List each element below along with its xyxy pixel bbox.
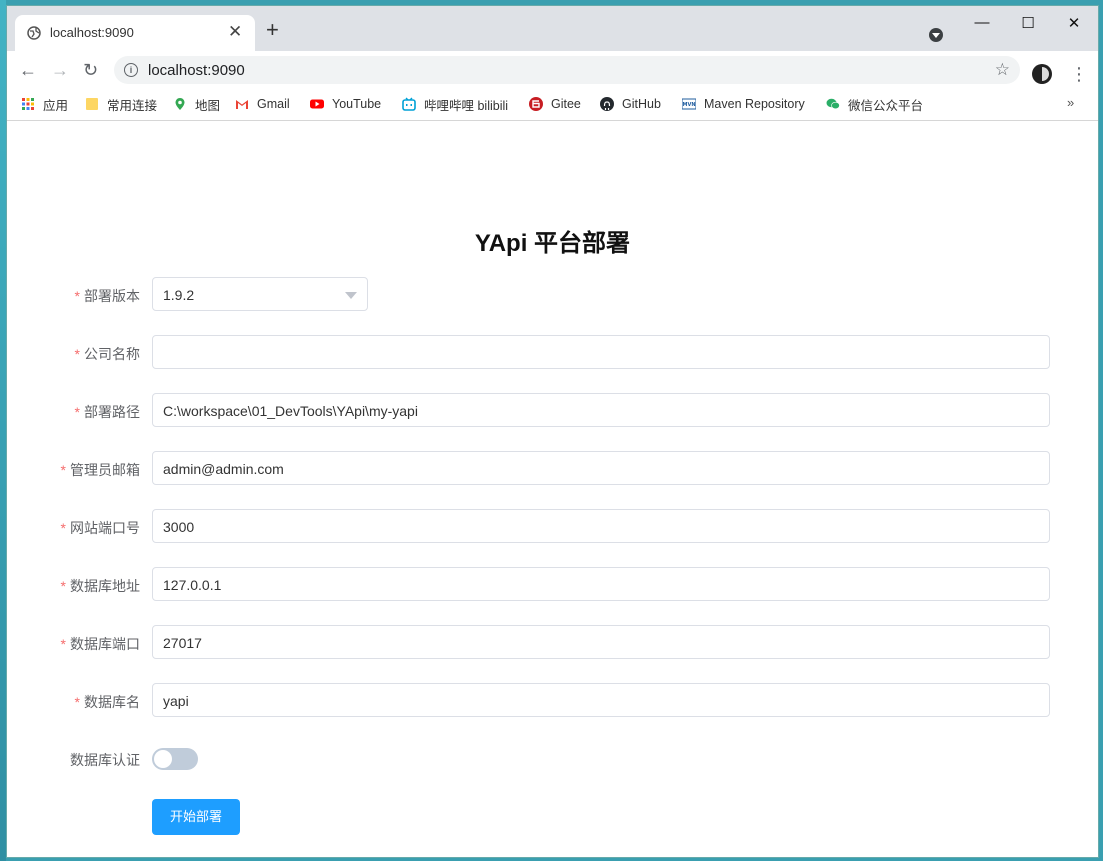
bookmark-label: 微信公众平台 [848,98,924,113]
back-icon[interactable]: ← [19,60,37,80]
bookmark-wechat[interactable]: 微信公众平台 [826,95,923,113]
gitee-icon [529,97,543,111]
bookmark-label: GitHub [622,97,661,111]
chevron-down-icon [345,292,357,299]
tab-search-icon[interactable] [929,28,943,42]
bookmark-maven[interactable]: MVN Maven Repository [682,95,805,113]
bookmark-maps[interactable]: 地图 [173,95,220,113]
wechat-icon [826,98,840,110]
form-row-db-name: * 数据库名 yapi [7,683,1098,719]
tab-strip: localhost:9090 ✕ + — ☐ ✕ [7,6,1098,51]
tab-title: localhost:9090 [50,25,134,40]
youtube-icon [310,99,324,109]
bookmark-label: Gmail [257,97,290,111]
db-port-label: * 数据库端口 [60,636,140,652]
browser-toolbar: ← → ↻ i localhost:9090 ☆ ⋮ [7,51,1098,89]
page-title: YApi 平台部署 [474,230,631,257]
version-select[interactable]: 1.9.2 [152,277,368,311]
form-row-port: * 网站端口号 3000 [7,509,1098,545]
db-name-label: * 数据库名 [74,694,140,710]
form-row-db-host: * 数据库地址 127.0.0.1 [7,567,1098,603]
bookmark-label: Gitee [551,97,581,111]
bookmark-youtube[interactable]: YouTube [310,95,381,113]
url-text: localhost:9090 [148,62,245,79]
new-tab-icon[interactable]: + [266,19,279,41]
db-host-label: * 数据库地址 [60,578,140,594]
db-host-input[interactable]: 127.0.0.1 [152,567,1050,601]
close-tab-icon[interactable]: ✕ [228,22,242,42]
more-bookmarks-icon[interactable]: » [1067,95,1074,110]
bookmark-github[interactable]: GitHub [600,95,661,113]
admin-email-label: * 管理员邮箱 [60,462,140,478]
maps-pin-icon [175,98,185,110]
form-row-path: * 部署路径 C:\workspace\01_DevTools\YApi\my-y… [7,393,1098,429]
close-window-icon[interactable]: ✕ [1051,14,1097,32]
bookmark-label: YouTube [332,97,382,111]
maximize-icon[interactable]: ☐ [1005,14,1051,32]
port-label: * 网站端口号 [60,520,140,536]
browser-tab[interactable]: localhost:9090 ✕ [15,15,255,51]
browser-window: localhost:9090 ✕ + — ☐ ✕ ← → ↻ i localho… [6,5,1099,858]
bookmark-folder[interactable]: 常用连接 [85,95,157,113]
toggle-knob [154,750,172,768]
forward-icon[interactable]: → [51,60,69,80]
path-label: * 部署路径 [74,404,140,420]
reload-icon[interactable]: ↻ [83,60,98,80]
bookmark-gitee[interactable]: Gitee [529,95,581,113]
admin-email-input[interactable]: admin@admin.com [152,451,1050,485]
bookmark-bilibili[interactable]: 哔哩哔哩 bilibili [402,95,508,113]
form-row-version: * 部署版本 1.9.2 [7,277,1098,313]
bookmark-apps[interactable]: 应用 [21,95,68,113]
db-auth-label: 数据库认证 [70,752,140,768]
bookmarks-bar: 应用 常用连接 地图 Gmail YouTube 哔哩哔哩 bilibili G… [7,89,1098,121]
start-deploy-button[interactable]: 开始部署 [152,799,240,835]
db-auth-toggle[interactable] [152,748,198,770]
bookmark-star-icon[interactable]: ☆ [995,60,1010,80]
maven-icon: MVN [682,98,696,110]
bookmark-label: 哔哩哔哩 bilibili [424,98,509,113]
form-row-db-port: * 数据库端口 27017 [7,625,1098,661]
apps-grid-icon [22,98,34,110]
company-label: * 公司名称 [74,346,140,362]
svg-text:MVN: MVN [682,102,695,108]
form-row-admin-email: * 管理员邮箱 admin@admin.com [7,451,1098,487]
bilibili-icon [402,97,416,111]
db-port-input[interactable]: 27017 [152,625,1050,659]
minimize-icon[interactable]: — [959,14,1005,31]
bookmark-label: 常用连接 [107,98,158,113]
page-content: YApi 平台部署 * 部署版本 1.9.2 * 公司名称 * 部署路径 C:\wor… [7,121,1098,857]
bookmark-label: 应用 [43,98,69,113]
folder-icon [86,98,98,110]
version-label: * 部署版本 [74,288,140,304]
dark-mode-extension-icon[interactable] [1032,64,1052,84]
form-row-company: * 公司名称 [7,335,1098,371]
github-icon [600,97,614,111]
bookmark-label: Maven Repository [704,97,805,111]
browser-menu-icon[interactable]: ⋮ [1070,64,1088,84]
globe-icon [27,26,41,40]
site-info-icon[interactable]: i [124,63,138,77]
form-row-db-auth: 数据库认证 [7,741,1098,777]
bookmark-label: 地图 [195,98,221,113]
port-input[interactable]: 3000 [152,509,1050,543]
path-input[interactable]: C:\workspace\01_DevTools\YApi\my-yapi [152,393,1050,427]
company-input[interactable] [152,335,1050,369]
gmail-icon [236,100,248,109]
address-bar[interactable]: i localhost:9090 ☆ [114,56,1020,84]
bookmark-gmail[interactable]: Gmail [235,95,290,113]
db-name-input[interactable]: yapi [152,683,1050,717]
